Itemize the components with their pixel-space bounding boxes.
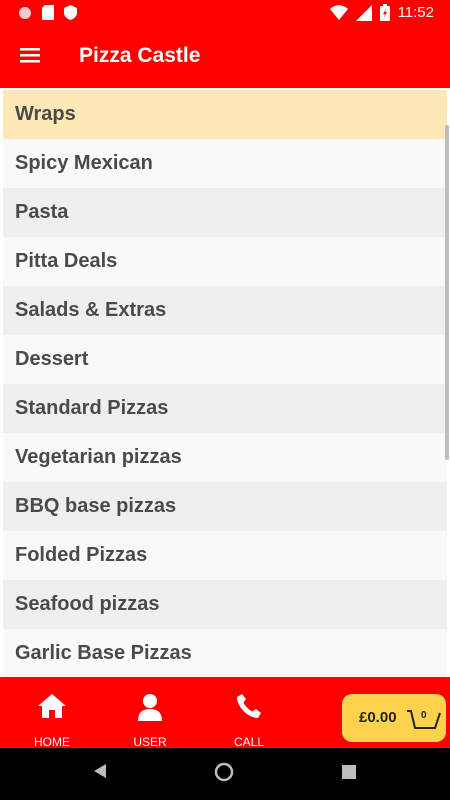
list-item[interactable]: Salads & Extras (3, 286, 447, 335)
list-item[interactable]: BBQ base pizzas (3, 482, 447, 531)
home-circle-icon[interactable] (214, 762, 234, 782)
back-icon[interactable] (92, 763, 108, 779)
user-icon (138, 694, 162, 721)
list-item[interactable]: Vegetarian pizzas (3, 433, 447, 482)
system-nav-bar (0, 748, 450, 800)
list-item[interactable]: Standard Pizzas (3, 384, 447, 433)
cart-button[interactable]: £0.00 0 (342, 694, 446, 742)
cart-count-badge: 0 (421, 710, 427, 721)
list-item[interactable]: Seafood pizzas (3, 580, 447, 629)
list-item[interactable]: Wraps (3, 90, 447, 139)
recents-icon[interactable] (342, 765, 356, 779)
hamburger-menu-icon[interactable] (18, 45, 42, 65)
list-scrollbar[interactable] (445, 125, 449, 460)
wifi-icon (329, 4, 348, 20)
list-item[interactable]: Dessert (3, 335, 447, 384)
notification-dot-icon (19, 6, 31, 19)
sd-card-icon (42, 5, 54, 20)
category-list[interactable]: Wraps Spicy Mexican Pasta Pitta Deals Sa… (3, 90, 447, 677)
app-bar: Pizza Castle (0, 26, 450, 88)
nav-home-button[interactable]: HOME (17, 677, 87, 749)
list-item[interactable]: Pitta Deals (3, 237, 447, 286)
nav-call-button[interactable]: CALL (214, 677, 284, 749)
list-item[interactable]: Pasta (3, 188, 447, 237)
signal-icon (355, 4, 372, 21)
nav-user-label: USER (133, 735, 167, 749)
page-title: Pizza Castle (79, 44, 201, 67)
nav-home-label: HOME (34, 735, 70, 749)
home-icon (38, 694, 66, 718)
list-item[interactable]: Garlic Base Pizzas (3, 629, 447, 677)
nav-user-button[interactable]: USER (115, 677, 185, 749)
nav-call-label: CALL (233, 735, 265, 749)
phone-icon (237, 694, 261, 718)
status-bar: 11:52 (0, 0, 450, 26)
shield-icon (64, 5, 77, 20)
list-item[interactable]: Spicy Mexican (3, 139, 447, 188)
cart-total: £0.00 (359, 709, 397, 726)
clock: 11:52 (397, 4, 434, 21)
list-item[interactable]: Folded Pizzas (3, 531, 447, 580)
battery-icon (379, 4, 390, 21)
